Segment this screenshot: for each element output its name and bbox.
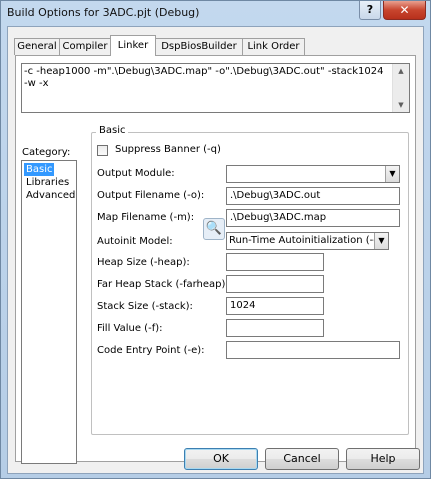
category-label: Category: (22, 147, 71, 158)
scroll-up-icon[interactable]: ▲ (393, 64, 409, 78)
tab-general[interactable]: General (14, 38, 60, 55)
map-filename-label: Map Filename (-m): (97, 212, 195, 223)
output-module-label: Output Module: (97, 168, 175, 179)
tab-link-order[interactable]: Link Order (242, 38, 305, 55)
tab-compiler[interactable]: Compiler (59, 38, 111, 55)
autoinit-model-label: Autoinit Model: (97, 236, 173, 247)
build-options-window: Build Options for 3ADC.pjt (Debug) ? ✕ G… (0, 0, 431, 479)
cancel-button[interactable]: Cancel (265, 448, 339, 470)
code-entry-point-input[interactable] (226, 341, 400, 359)
suppress-banner-checkbox[interactable] (97, 145, 108, 156)
stack-size-label: Stack Size (-stack): (97, 301, 193, 312)
magnifier-icon[interactable]: 🔍 (203, 218, 225, 240)
far-heap-stack-label: Far Heap Stack (-farheap): (97, 279, 229, 290)
output-filename-input[interactable]: .\Debug\3ADC.out (226, 187, 400, 205)
scroll-down-icon[interactable]: ▼ (393, 98, 409, 112)
close-button[interactable]: ✕ (383, 1, 426, 20)
output-module-select[interactable]: ▼ (226, 165, 400, 183)
code-entry-point-label: Code Entry Point (-e): (97, 345, 205, 356)
map-filename-input[interactable]: .\Debug\3ADC.map (226, 209, 400, 227)
autoinit-model-select[interactable]: Run-Time Autoinitialization (-c) ▼ (226, 232, 389, 250)
category-item-libraries[interactable]: Libraries (24, 176, 71, 189)
autoinit-model-value: Run-Time Autoinitialization (-c) (229, 235, 383, 246)
chevron-down-icon[interactable]: ▼ (385, 166, 399, 182)
title-bar[interactable]: Build Options for 3ADC.pjt (Debug) ? ✕ (1, 1, 430, 25)
category-list[interactable]: Basic Libraries Advanced (21, 160, 77, 464)
heap-size-input[interactable] (226, 253, 324, 271)
tab-dspbiosbuilder[interactable]: DspBiosBuilder (155, 38, 243, 55)
command-line-scrollbar[interactable]: ▲ ▼ (392, 64, 409, 112)
fill-value-label: Fill Value (-f): (97, 323, 163, 334)
heap-size-label: Heap Size (-heap): (97, 257, 190, 268)
suppress-banner-label: Suppress Banner (-q) (115, 144, 221, 155)
dialog-body: General Compiler Linker DspBiosBuilder L… (7, 26, 424, 474)
far-heap-stack-input[interactable] (226, 275, 324, 293)
help-button[interactable]: Help (346, 448, 420, 470)
command-line-text[interactable]: -c -heap1000 -m".\Debug\3ADC.map" -o".\D… (24, 66, 390, 90)
command-line-box[interactable]: -c -heap1000 -m".\Debug\3ADC.map" -o".\D… (21, 63, 410, 113)
tab-linker[interactable]: Linker (110, 35, 156, 56)
category-item-basic[interactable]: Basic (24, 163, 55, 176)
basic-group-label: Basic (96, 125, 129, 136)
ok-button[interactable]: OK (184, 448, 258, 470)
title-help-button[interactable]: ? (359, 1, 381, 20)
stack-size-input[interactable]: 1024 (226, 297, 324, 315)
window-title: Build Options for 3ADC.pjt (Debug) (7, 6, 200, 19)
category-item-advanced[interactable]: Advanced (24, 189, 77, 202)
autoinit-chevron-down-icon[interactable]: ▼ (374, 233, 388, 249)
fill-value-input[interactable] (226, 319, 324, 337)
output-filename-label: Output Filename (-o): (97, 190, 205, 201)
